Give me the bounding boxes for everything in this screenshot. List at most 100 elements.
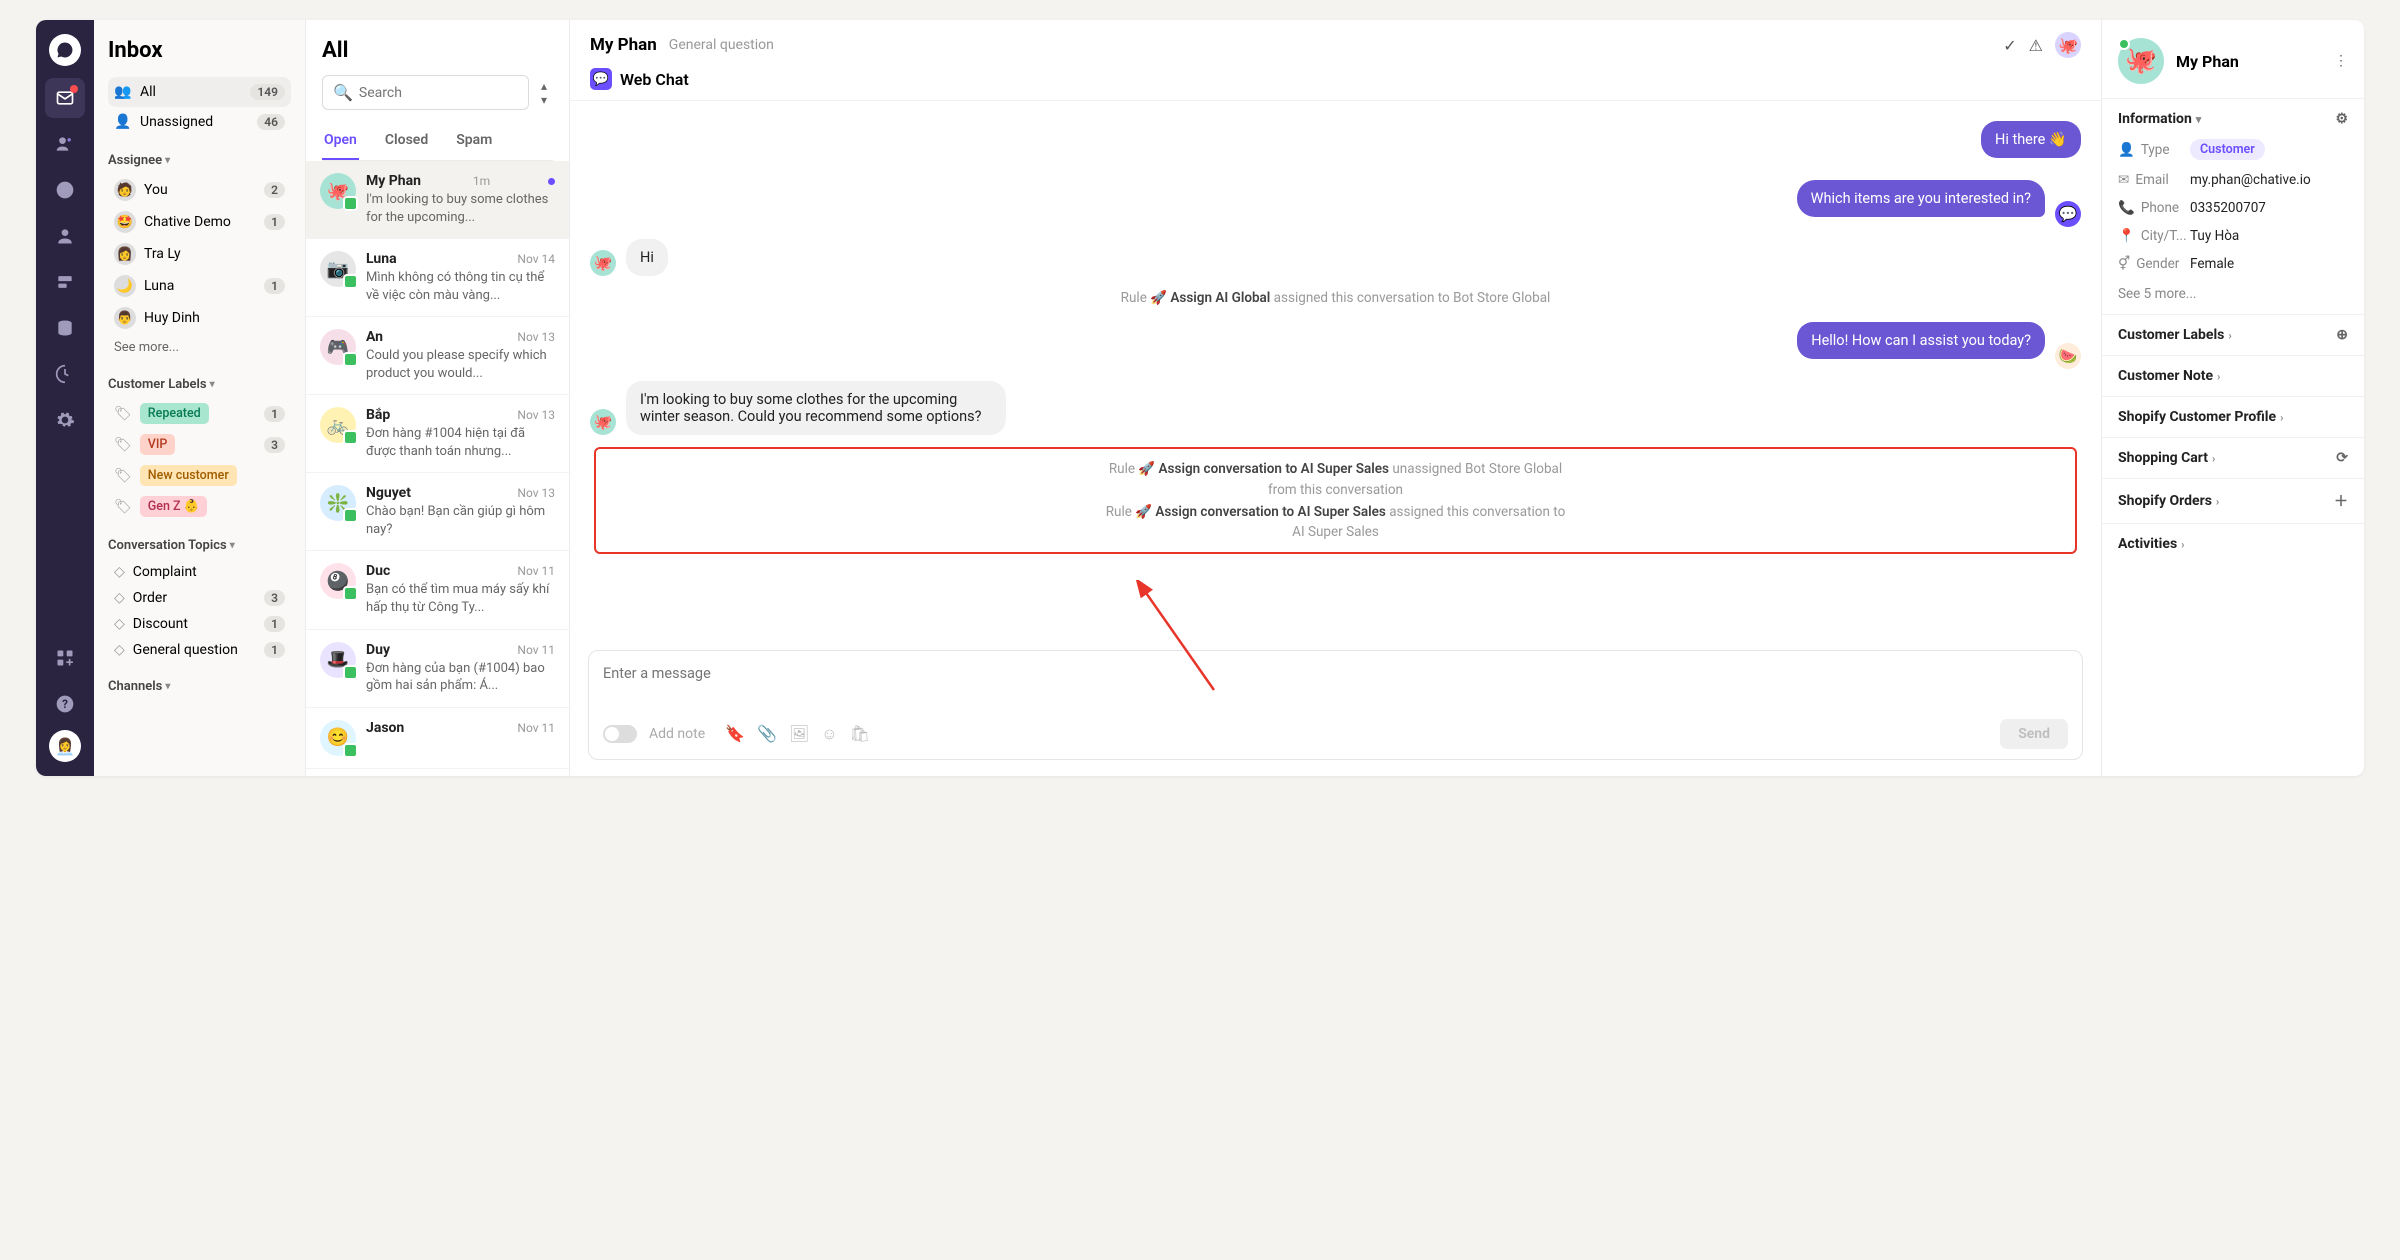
conv-name: Jason xyxy=(366,720,404,736)
label-row[interactable]: 🏷New customer xyxy=(108,460,291,491)
conversation-item[interactable]: 📷 LunaNov 14 Mình không có thông tin cụ … xyxy=(306,239,569,317)
topic-icon: ◇ xyxy=(114,590,125,606)
chat-topic: General question xyxy=(669,37,774,53)
section-labels[interactable]: Customer Labels xyxy=(108,377,291,392)
annotation-highlight: Rule 🚀 Assign conversation to AI Super S… xyxy=(594,447,2077,554)
city-value: Tuy Hòa xyxy=(2190,228,2239,244)
rail-contacts[interactable] xyxy=(45,124,85,164)
tab-spam[interactable]: Spam xyxy=(454,124,494,160)
channel-badge-icon xyxy=(343,586,358,601)
rail-help[interactable]: ? xyxy=(45,684,85,724)
contact-name: My Phan xyxy=(2176,52,2239,71)
conversation-item[interactable]: 🐙 My Phan1m I'm looking to buy some clot… xyxy=(306,161,569,239)
conversation-item[interactable]: ❇️ NguyetNov 13 Chào bạn! Bạn cần giúp g… xyxy=(306,473,569,551)
topic-row[interactable]: ◇General question 1 xyxy=(108,637,291,663)
note-toggle[interactable] xyxy=(603,725,637,743)
conv-avatar: 🎩 xyxy=(320,642,356,678)
topic-row[interactable]: ◇Complaint xyxy=(108,559,291,585)
assignee-row[interactable]: 🧑You 2 xyxy=(108,174,291,206)
bot-avatar-icon[interactable]: 🐙 xyxy=(2055,32,2081,58)
gender-label: ⚥ Gender xyxy=(2118,256,2180,272)
label-row[interactable]: 🏷Repeated 1 xyxy=(108,398,291,429)
rail-automation[interactable] xyxy=(45,354,85,394)
label-chip: Gen Z 👶 xyxy=(140,496,207,517)
channel-badge-icon xyxy=(343,352,358,367)
section-customer-note[interactable]: Customer Note› xyxy=(2118,368,2348,384)
conv-avatar: 🐙 xyxy=(320,173,356,209)
section-topics[interactable]: Conversation Topics xyxy=(108,538,291,553)
gear-icon[interactable]: ⚙ xyxy=(2335,111,2348,127)
sidebar-all[interactable]: 👥All 149 xyxy=(108,77,291,107)
sort-button[interactable]: ▴▾ xyxy=(535,75,553,110)
conv-snippet: Đơn hàng #1004 hiện tại đã được thanh to… xyxy=(366,425,555,460)
conversation-item[interactable]: 🎩 DuyNov 11 Đơn hàng của bạn (#1004) bao… xyxy=(306,630,569,708)
conv-name: Duy xyxy=(366,642,390,658)
assignee-row[interactable]: 👩Tra Ly xyxy=(108,238,291,270)
msg-out: Hello! How can I assist you today? xyxy=(1797,322,2045,359)
section-shopify-orders[interactable]: Shopify Orders›＋ xyxy=(2118,491,2348,511)
rail-apps[interactable] xyxy=(45,638,85,678)
conv-time: Nov 13 xyxy=(517,486,555,500)
rail-data[interactable] xyxy=(45,308,85,348)
gender-value: Female xyxy=(2190,256,2234,272)
topic-row[interactable]: ◇Discount 1 xyxy=(108,611,291,637)
topic-name: Discount xyxy=(133,616,188,632)
plus-icon[interactable]: ＋ xyxy=(2334,491,2348,511)
channel-badge-icon xyxy=(343,508,358,523)
resolve-icon[interactable]: ✓ xyxy=(2003,36,2016,55)
conv-avatar: 🎱 xyxy=(320,563,356,599)
assignee-row[interactable]: 🤩Chative Demo 1 xyxy=(108,206,291,238)
app-logo[interactable] xyxy=(49,34,81,66)
label-row[interactable]: 🏷VIP 3 xyxy=(108,429,291,460)
warning-icon[interactable]: ⚠ xyxy=(2029,36,2043,55)
message-input[interactable] xyxy=(603,665,2068,709)
channel-badge-icon xyxy=(343,665,358,680)
panel-menu-icon[interactable]: ⋮ xyxy=(2334,53,2348,69)
add-icon[interactable]: ⊕ xyxy=(2336,327,2348,343)
section-customer-labels[interactable]: Customer Labels›⊕ xyxy=(2118,327,2348,343)
image-icon[interactable]: 🖼 xyxy=(789,724,809,744)
refresh-icon[interactable]: ⟳ xyxy=(2336,450,2348,466)
section-shopping-cart[interactable]: Shopping Cart›⟳ xyxy=(2118,450,2348,466)
conversation-item[interactable]: 😊 JasonNov 11 xyxy=(306,708,569,769)
tab-open[interactable]: Open xyxy=(322,124,359,160)
assignee-row[interactable]: 🌙Luna 1 xyxy=(108,270,291,302)
sidebar-unassigned[interactable]: 👤Unassigned 46 xyxy=(108,107,291,137)
conversation-item[interactable]: 🎮 AnNov 13 Could you please specify whic… xyxy=(306,317,569,395)
tab-closed[interactable]: Closed xyxy=(383,124,430,160)
see-more-assignees[interactable]: See more... xyxy=(108,334,291,361)
label-row[interactable]: 🏷Gen Z 👶 xyxy=(108,491,291,522)
rail-user-avatar[interactable]: 👩‍💼 xyxy=(49,730,81,762)
msg-out: Which items are you interested in? xyxy=(1797,180,2045,217)
section-information[interactable]: Information▾ ⚙ xyxy=(2118,111,2348,127)
search-input-wrap[interactable]: 🔍 xyxy=(322,75,529,110)
section-activities[interactable]: Activities› xyxy=(2118,536,2348,552)
nav-rail: ? 👩‍💼 xyxy=(36,20,94,776)
send-button[interactable]: Send xyxy=(2000,719,2068,749)
conversation-item[interactable]: 🚲 BắpNov 13 Đơn hàng #1004 hiện tại đã đ… xyxy=(306,395,569,473)
shopify-icon[interactable]: 🛍 xyxy=(850,724,870,744)
count-badge: 2 xyxy=(264,182,285,198)
section-assignee[interactable]: Assignee xyxy=(108,153,291,168)
conversation-list: All 🔍 ▴▾ Open Closed Spam 🐙 My Phan1m I'… xyxy=(306,20,570,776)
see-more-info[interactable]: See 5 more... xyxy=(2118,286,2348,302)
conversation-item[interactable]: 🎱 DucNov 11 Bạn có thể tìm mua máy sấy k… xyxy=(306,551,569,629)
rail-live[interactable] xyxy=(45,216,85,256)
search-input[interactable] xyxy=(359,85,518,101)
attach-icon[interactable]: 📎 xyxy=(757,724,777,744)
emoji-icon[interactable]: ☺ xyxy=(821,724,837,744)
rail-inbox[interactable] xyxy=(45,78,85,118)
topic-row[interactable]: ◇Order 3 xyxy=(108,585,291,611)
bookmark-icon[interactable]: 🔖 xyxy=(725,724,745,744)
sidebar-all-label: All xyxy=(140,84,156,100)
assignee-row[interactable]: 👨Huy Dinh xyxy=(108,302,291,334)
rail-settings[interactable] xyxy=(45,400,85,440)
channel-icon: 💬 xyxy=(590,68,612,90)
section-channels[interactable]: Channels xyxy=(108,679,291,694)
conv-avatar: 📷 xyxy=(320,251,356,287)
rail-reports[interactable] xyxy=(45,170,85,210)
conv-snippet: Đơn hàng của bạn (#1004) bao gồm hai sản… xyxy=(366,660,555,695)
rail-campaign[interactable] xyxy=(45,262,85,302)
city-label: 📍 City/T... xyxy=(2118,228,2180,244)
section-shopify-profile[interactable]: Shopify Customer Profile› xyxy=(2118,409,2348,425)
